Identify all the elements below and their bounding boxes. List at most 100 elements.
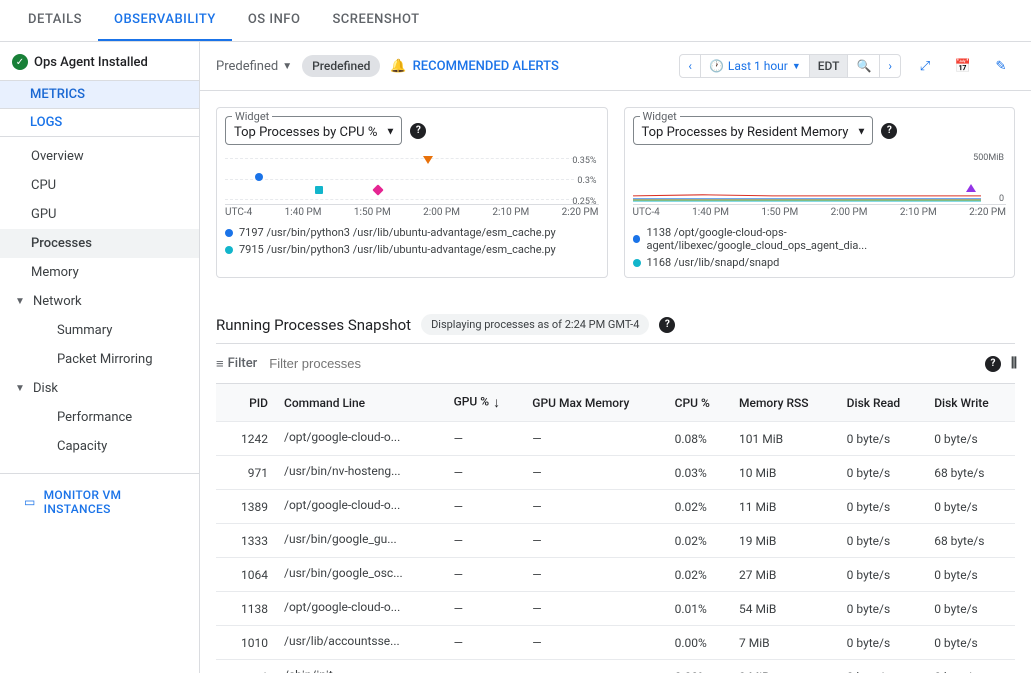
time-search-button[interactable]: 🔍 (848, 55, 880, 77)
cell-dwrite: 68 byte/s (926, 524, 1015, 558)
chart-point (966, 184, 976, 192)
table-row[interactable]: 1 /sbin/init — — 0.00% 9 MiB 0 byte/s 0 … (216, 660, 1015, 673)
cell-dread: 0 byte/s (839, 456, 927, 490)
table-row[interactable]: 1064 /usr/bin/google_osc... — — 0.02% 27… (216, 558, 1015, 592)
cell-gpu: — (446, 592, 525, 626)
table-row[interactable]: 1333 /usr/bin/google_gu... — — 0.02% 19 … (216, 524, 1015, 558)
sidebar-item-cpu[interactable]: CPU (0, 171, 199, 200)
legend-item[interactable]: 1138 /opt/google-cloud-ops-agent/libexec… (633, 226, 1007, 252)
predefined-chip[interactable]: Predefined (302, 55, 380, 77)
col-dwrite[interactable]: Disk Write (926, 384, 1015, 422)
timezone-chip[interactable]: EDT (810, 55, 849, 77)
cell-dwrite: 0 byte/s (926, 558, 1015, 592)
col-cmd[interactable]: Command Line (276, 384, 446, 422)
sidebar-item-capacity[interactable]: Capacity (0, 432, 199, 461)
sidebar-item-metrics[interactable]: METRICS (0, 80, 199, 109)
monitor-icon: ▭ (24, 495, 36, 509)
chevron-down-icon: ▼ (282, 61, 292, 72)
filter-input[interactable] (265, 352, 977, 375)
tab-observability[interactable]: OBSERVABILITY (98, 0, 232, 41)
cell-pid: 1138 (216, 592, 276, 626)
cell-gpu: — (446, 626, 525, 660)
predefined-dropdown[interactable]: Predefined▼ (216, 59, 292, 74)
cell-pid: 1 (216, 660, 276, 673)
chart-cpu: 0.35% 0.3% 0.25% (225, 153, 599, 205)
col-pid[interactable]: PID (216, 384, 276, 422)
sidebar: ✓ Ops Agent Installed METRICS LOGS Overv… (0, 42, 200, 673)
col-rss[interactable]: Memory RSS (731, 384, 839, 422)
calendar-icon: 📅 (955, 59, 971, 74)
time-next-button[interactable]: › (880, 55, 900, 77)
cell-cpu: 0.02% (667, 524, 731, 558)
legend-item[interactable]: 7915 /usr/bin/python3 /usr/lib/ubuntu-ad… (225, 243, 599, 256)
recommended-alerts-button[interactable]: 🔔 RECOMMENDED ALERTS (390, 59, 558, 74)
col-gpu[interactable]: GPU %↓ (446, 384, 525, 422)
legend-item[interactable]: 7197 /usr/bin/python3 /usr/lib/ubuntu-ad… (225, 226, 599, 239)
cell-rss: 11 MiB (731, 490, 839, 524)
col-gpumax[interactable]: GPU Max Memory (524, 384, 666, 422)
cell-rss: 7 MiB (731, 626, 839, 660)
cell-rss: 54 MiB (731, 592, 839, 626)
cell-pid: 1010 (216, 626, 276, 660)
table-row[interactable]: 971 /usr/bin/nv-hosteng... — — 0.03% 10 … (216, 456, 1015, 490)
cell-cmd: /sbin/init (276, 660, 446, 673)
reset-zoom-button[interactable]: ⤢ (911, 52, 939, 80)
cell-gpumax: — (524, 626, 666, 660)
widget-select-memory[interactable]: Widget Top Processes by Resident Memory … (633, 116, 874, 145)
widget-top-processes-cpu: Widget Top Processes by CPU % ▼ ? 0.35% … (216, 107, 608, 278)
table-row[interactable]: 1138 /opt/google-cloud-o... — — 0.01% 54… (216, 592, 1015, 626)
calendar-button[interactable]: 📅 (949, 52, 977, 80)
cell-gpumax: — (524, 660, 666, 673)
help-icon[interactable]: ? (985, 356, 1001, 372)
sidebar-item-memory[interactable]: Memory (0, 258, 199, 287)
chart-point (255, 173, 263, 181)
chevron-right-icon: › (888, 59, 892, 73)
edit-button[interactable]: ✎ (987, 52, 1015, 80)
cell-dwrite: 0 byte/s (926, 490, 1015, 524)
help-icon[interactable]: ? (410, 123, 426, 139)
col-dread[interactable]: Disk Read (839, 384, 927, 422)
cell-rss: 101 MiB (731, 422, 839, 456)
legend-item[interactable]: 1168 /usr/lib/snapd/snapd (633, 256, 1007, 269)
tab-details[interactable]: DETAILS (12, 0, 98, 41)
cell-gpu: — (446, 422, 525, 456)
table-row[interactable]: 1389 /opt/google-cloud-o... — — 0.02% 11… (216, 490, 1015, 524)
widget-select-cpu[interactable]: Widget Top Processes by CPU % ▼ (225, 116, 402, 145)
cell-cmd: /usr/bin/google_osc... (276, 558, 446, 592)
tab-screenshot[interactable]: SCREENSHOT (316, 0, 435, 41)
time-range-label[interactable]: 🕐Last 1 hour▼ (701, 55, 810, 77)
table-row[interactable]: 1242 /opt/google-cloud-o... — — 0.08% 10… (216, 422, 1015, 456)
cell-gpumax: — (524, 524, 666, 558)
help-icon[interactable]: ? (881, 123, 897, 139)
sidebar-item-network[interactable]: ▼Network (0, 287, 199, 316)
status-label: Ops Agent Installed (34, 55, 148, 70)
cell-gpumax: — (524, 490, 666, 524)
cell-cpu: 0.00% (667, 660, 731, 673)
sidebar-item-logs[interactable]: LOGS (0, 108, 199, 137)
cell-pid: 1064 (216, 558, 276, 592)
cell-pid: 1389 (216, 490, 276, 524)
widget-top-processes-memory: Widget Top Processes by Resident Memory … (624, 107, 1016, 278)
cell-pid: 1242 (216, 422, 276, 456)
monitor-vm-instances-link[interactable]: ▭ MONITOR VM INSTANCES (0, 473, 199, 530)
sidebar-item-performance[interactable]: Performance (0, 403, 199, 432)
column-selector-icon[interactable]: ⫼ (1011, 356, 1015, 372)
processes-table: PID Command Line GPU %↓ GPU Max Memory C… (216, 384, 1015, 673)
time-prev-button[interactable]: ‹ (680, 55, 701, 77)
cell-dread: 0 byte/s (839, 558, 927, 592)
help-icon[interactable]: ? (659, 317, 675, 333)
x-axis-memory: UTC-4 1:40 PM 1:50 PM 2:00 PM 2:10 PM 2:… (633, 205, 1007, 220)
sidebar-item-summary[interactable]: Summary (0, 316, 199, 345)
tab-osinfo[interactable]: OS INFO (232, 0, 317, 41)
time-range-picker[interactable]: ‹ 🕐Last 1 hour▼ EDT 🔍 › (679, 54, 901, 78)
sidebar-item-overview[interactable]: Overview (0, 142, 199, 171)
cell-dwrite: 68 byte/s (926, 456, 1015, 490)
sidebar-item-gpu[interactable]: GPU (0, 200, 199, 229)
sidebar-item-packet-mirroring[interactable]: Packet Mirroring (0, 345, 199, 374)
sidebar-item-processes[interactable]: Processes (0, 229, 199, 258)
toolbar: Predefined▼ Predefined 🔔 RECOMMENDED ALE… (200, 42, 1031, 91)
sidebar-item-disk[interactable]: ▼Disk (0, 374, 199, 403)
table-row[interactable]: 1010 /usr/lib/accountsse... — — 0.00% 7 … (216, 626, 1015, 660)
col-cpu[interactable]: CPU % (667, 384, 731, 422)
check-icon: ✓ (12, 54, 28, 70)
